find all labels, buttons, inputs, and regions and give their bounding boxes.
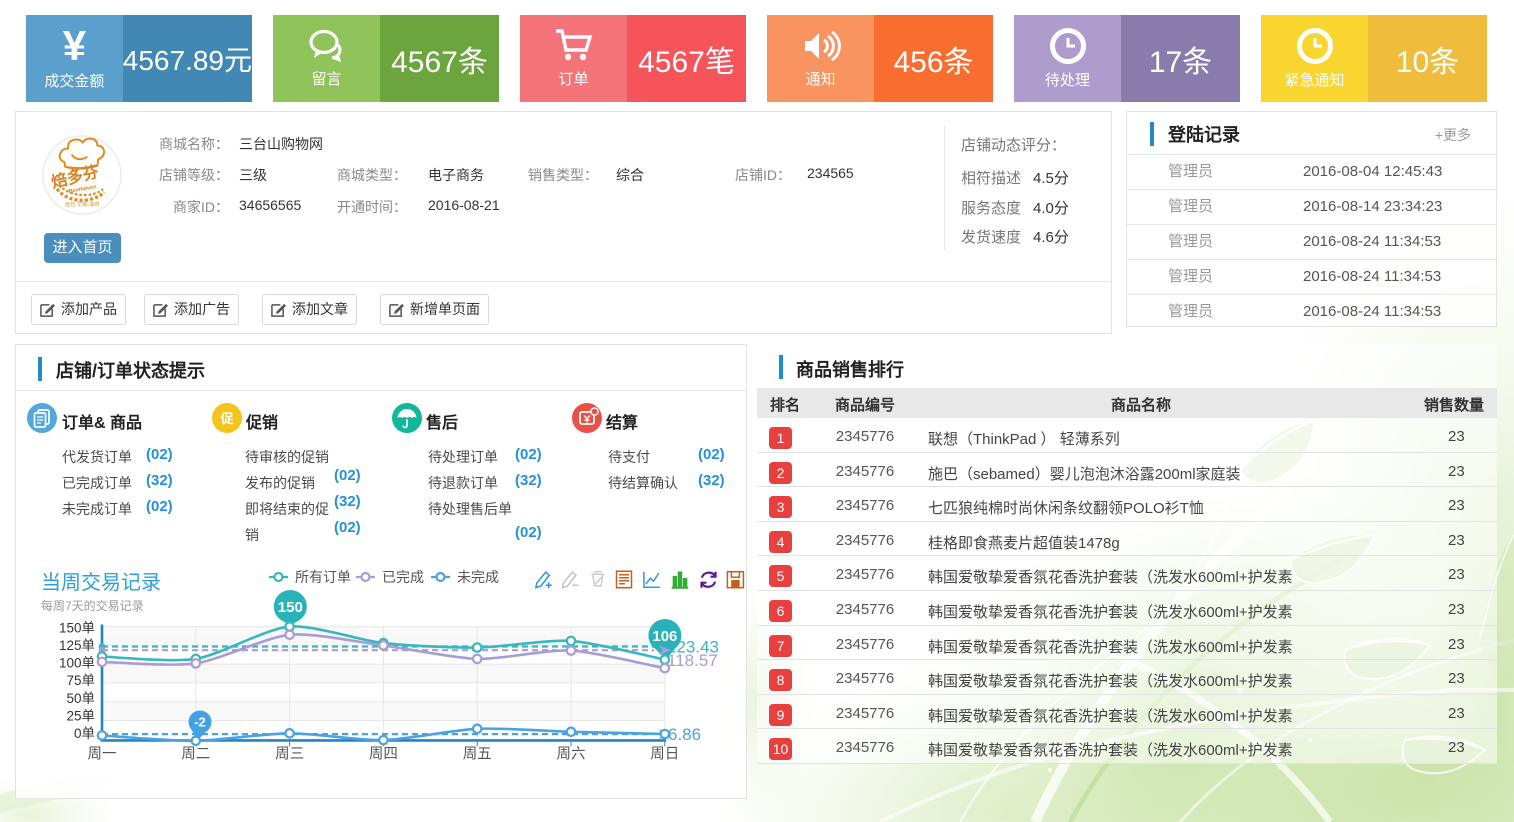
svg-text:未完成: 未完成 bbox=[457, 569, 499, 585]
svg-text:面包·早餐·曲奇: 面包·早餐·曲奇 bbox=[65, 200, 100, 208]
svg-text:118.57: 118.57 bbox=[667, 651, 718, 670]
svg-text:0单: 0单 bbox=[74, 726, 95, 741]
svg-text:106: 106 bbox=[652, 628, 677, 645]
svg-text:125单: 125单 bbox=[59, 638, 95, 653]
svg-text:周日: 周日 bbox=[650, 747, 679, 763]
svg-text:-2: -2 bbox=[194, 715, 206, 730]
svg-text:所有订单: 所有订单 bbox=[295, 569, 351, 585]
svg-text:周四: 周四 bbox=[369, 747, 398, 763]
svg-text:6.86: 6.86 bbox=[668, 725, 701, 744]
svg-text:促: 促 bbox=[219, 411, 234, 426]
svg-text:75单: 75单 bbox=[66, 673, 95, 688]
svg-text:50单: 50单 bbox=[66, 691, 95, 706]
svg-text:周一: 周一 bbox=[88, 747, 117, 763]
svg-text:25单: 25单 bbox=[66, 709, 95, 724]
svg-text:周三: 周三 bbox=[275, 747, 304, 763]
svg-text:150单: 150单 bbox=[59, 620, 95, 635]
svg-text:100单: 100单 bbox=[59, 656, 95, 671]
svg-text:周二: 周二 bbox=[181, 747, 210, 763]
svg-text:150: 150 bbox=[278, 599, 303, 616]
svg-text:周五: 周五 bbox=[463, 747, 492, 763]
svg-text:周六: 周六 bbox=[557, 746, 586, 763]
svg-text:已完成: 已完成 bbox=[382, 569, 424, 585]
